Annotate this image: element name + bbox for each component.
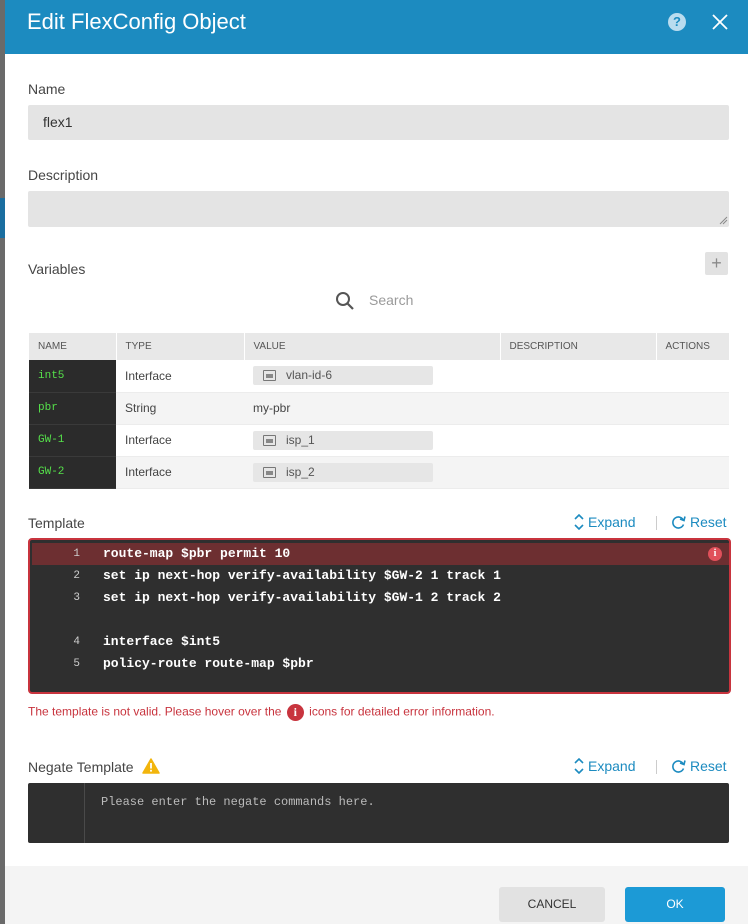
variables-search[interactable]: Search [335, 290, 535, 312]
network-object-icon [263, 466, 276, 478]
template-error-message: The template is not valid. Please hover … [28, 704, 495, 721]
negate-template-editor[interactable]: Please enter the negate commands here. [28, 783, 729, 843]
editor-gutter [28, 783, 85, 843]
variables-table: NAME TYPE VALUE DESCRIPTION ACTIONS int5… [29, 333, 730, 489]
negate-expand-link[interactable]: Expand [574, 757, 636, 775]
network-object-icon [263, 370, 276, 382]
variable-actions [656, 456, 729, 489]
variable-value: isp_1 [244, 424, 500, 457]
code-text: interface $int5 [103, 634, 221, 649]
variables-label: Variables [28, 261, 86, 277]
variable-type: Interface [116, 456, 244, 489]
table-row[interactable]: pbr String my-pbr [29, 392, 729, 425]
divider [656, 516, 657, 530]
ok-button[interactable]: OK [625, 887, 725, 922]
template-expand-link[interactable]: Expand [574, 513, 636, 531]
error-info-icon: i [286, 704, 304, 721]
negate-placeholder: Please enter the negate commands here. [101, 795, 375, 809]
close-icon[interactable] [709, 11, 731, 33]
variable-description [500, 392, 656, 425]
object-chip-label: vlan-id-6 [286, 368, 333, 383]
error-message-text: The template is not valid. Please hover … [28, 704, 282, 719]
variable-description [500, 360, 656, 393]
table-row[interactable]: GW-2 Interface isp_2 [29, 456, 729, 489]
description-label: Description [28, 167, 99, 183]
template-reset-link[interactable]: Reset [671, 514, 727, 530]
error-message-text: icons for detailed error information. [309, 704, 495, 719]
variable-description [500, 456, 656, 489]
negate-expand-label: Expand [588, 758, 636, 774]
dialog-title: Edit FlexConfig Object [27, 9, 246, 34]
variable-name: pbr [29, 392, 116, 425]
search-icon [336, 292, 354, 310]
object-chip[interactable]: isp_2 [253, 462, 433, 482]
negate-reset-label: Reset [690, 758, 727, 774]
variable-actions [656, 392, 729, 425]
variable-value: my-pbr [244, 392, 500, 425]
code-line: 5 policy-route route-map $pbr [32, 653, 729, 675]
variable-type: Interface [116, 360, 244, 393]
variable-type: String [116, 392, 244, 425]
code-line: 2 set ip next-hop verify-availability $G… [32, 565, 729, 587]
negate-template-label: Negate Template [28, 759, 134, 775]
line-number: 1 [73, 548, 80, 560]
template-code-editor[interactable]: 1 route-map $pbr permit 10 i 2 set ip ne… [28, 538, 731, 694]
add-variable-button[interactable]: + [705, 252, 728, 275]
table-header: NAME TYPE VALUE DESCRIPTION ACTIONS [29, 333, 730, 360]
cancel-button[interactable]: CANCEL [499, 887, 605, 922]
line-number: 5 [73, 658, 80, 670]
line-number: 4 [73, 636, 80, 648]
line-number: 2 [73, 570, 80, 582]
expand-icon [574, 513, 584, 531]
line-number: 3 [73, 592, 80, 604]
variable-actions [656, 424, 729, 457]
expand-icon [574, 757, 584, 775]
column-header-actions: ACTIONS [656, 333, 730, 360]
variable-value: vlan-id-6 [244, 360, 500, 393]
variable-name: GW-2 [29, 456, 116, 489]
resize-handle-icon[interactable] [719, 216, 728, 225]
code-line: 1 route-map $pbr permit 10 i [32, 543, 729, 565]
column-header-type[interactable]: TYPE [116, 333, 245, 360]
object-chip-label: isp_1 [286, 432, 315, 447]
negate-reset-link[interactable]: Reset [671, 758, 727, 774]
name-input[interactable]: flex1 [28, 105, 729, 140]
reset-icon [672, 516, 686, 529]
code-text: route-map $pbr permit 10 [103, 546, 291, 561]
template-label: Template [28, 515, 85, 531]
template-reset-label: Reset [690, 514, 727, 530]
variable-value: isp_2 [244, 456, 500, 489]
variable-name: GW-1 [29, 424, 116, 457]
code-line: 3 set ip next-hop verify-availability $G… [32, 587, 729, 609]
object-chip[interactable]: isp_1 [253, 430, 433, 450]
description-textarea[interactable] [28, 191, 729, 227]
object-chip-label: isp_2 [286, 464, 315, 479]
object-chip[interactable]: vlan-id-6 [253, 366, 433, 386]
code-text: set ip next-hop verify-availability $GW-… [103, 568, 501, 583]
search-placeholder: Search [369, 292, 414, 308]
network-object-icon [263, 434, 276, 446]
warning-icon[interactable] [142, 758, 160, 774]
table-row[interactable]: int5 Interface vlan-id-6 [29, 360, 729, 393]
divider [656, 760, 657, 774]
code-text: policy-route route-map $pbr [103, 656, 314, 671]
variable-actions [656, 360, 729, 393]
error-info-icon[interactable]: i [708, 547, 722, 561]
reset-icon [672, 760, 686, 773]
name-label: Name [28, 81, 66, 97]
variable-description [500, 424, 656, 457]
column-header-description[interactable]: DESCRIPTION [500, 333, 657, 360]
column-header-name[interactable]: NAME [29, 333, 117, 360]
column-header-value[interactable]: VALUE [244, 333, 501, 360]
code-line: 4 interface $int5 [32, 631, 729, 653]
help-icon[interactable]: ? [668, 13, 686, 31]
variable-type: Interface [116, 424, 244, 457]
variable-name: int5 [29, 360, 116, 393]
table-row[interactable]: GW-1 Interface isp_1 [29, 424, 729, 457]
edit-flexconfig-dialog: Edit FlexConfig Object ? Name flex1 Desc… [5, 0, 748, 924]
code-text: set ip next-hop verify-availability $GW-… [103, 590, 501, 605]
template-expand-label: Expand [588, 514, 636, 530]
dialog-header: Edit FlexConfig Object ? [5, 0, 748, 54]
